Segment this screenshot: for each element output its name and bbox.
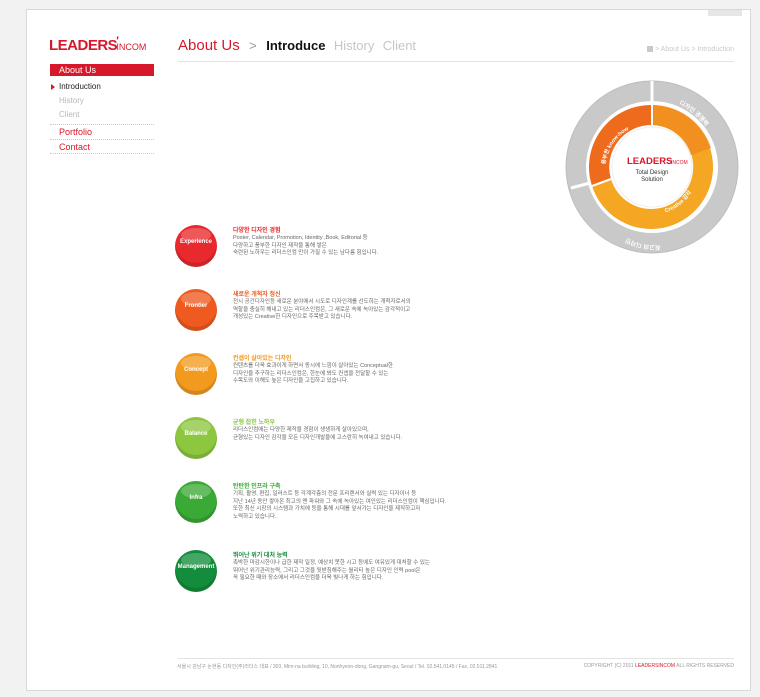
badge-concept: Concept <box>175 353 217 395</box>
header-tabs: About Us > Introduce History Client <box>178 37 420 55</box>
ring-svg: 디자인 경쟁력 최고의 디자인 풍부한 know-how Creative 감각… <box>565 80 739 254</box>
sidebar-item-history[interactable]: History <box>50 94 154 108</box>
item-body: 기획, 촬영, 편집, 일러스트 등 각계각층의 전문 프리랜서와 실력 있는 … <box>233 491 446 521</box>
item-line: 리더스인컴에는 다양한 제작을 경험이 생생하게 살아있으며, <box>233 427 369 433</box>
home-icon <box>647 46 653 52</box>
item-title: 다양한 디자인 경험 <box>233 228 281 234</box>
diagram-brand-main: LEADERS <box>627 156 672 167</box>
badge-label: Experience <box>179 239 213 245</box>
item-line: 지난 14년 동안 쌓아온 최고의 맨 파워와 그 속에 녹아있는 여인있는 리… <box>233 498 447 505</box>
diagram-center-line1: Total Design <box>635 170 668 176</box>
breadcrumb-text: > About Us > Introduction <box>655 46 734 53</box>
item-line: 기획, 촬영, 편집, 일러스트 등 각계각층의 전문 프리랜서와 실력 있는 … <box>233 491 417 497</box>
item-line: 뛰어난 위기관리능력, 그리고 그것을 뒷받침해주는 월리티 높은 디자인 인력… <box>233 567 421 574</box>
badge-label: Frontier <box>184 303 208 309</box>
badge-infra: Infra <box>175 481 217 523</box>
badge-management: Management <box>175 550 217 592</box>
badge-label: Infra <box>189 495 203 501</box>
sidebar-main-menu: Portfolio Contact <box>50 124 154 154</box>
item-line: 균형있는 디자인 감각을 모든 디자인개발을에 고스란히 녹여내고 있습니다. <box>233 434 403 441</box>
sidebar-submenu: Introduction History Client <box>50 80 154 122</box>
footer-address: 서울시 강남구 논현동 디자인(주)리더스 대표 / 303, Mim-na b… <box>177 664 498 670</box>
copyright-brand: LEADERSINCOM <box>635 663 676 669</box>
item-line: 개성있는 Creative한 디자인으로 주목받고 있습니다. <box>233 314 353 320</box>
footer-copyright: COPYRIGHT (C) 2011 LEADERSINCOM ALL RIGH… <box>584 663 734 669</box>
chevron-right-icon: > <box>249 38 257 53</box>
tab-history[interactable]: History <box>334 38 374 53</box>
diagram-brand-sub: INCOM <box>671 160 688 166</box>
copyright-suffix: ALL RIGHTS RESERVED <box>676 663 734 669</box>
sidebar-item-portfolio[interactable]: Portfolio <box>50 124 154 139</box>
sidebar-item-introduction[interactable]: Introduction <box>50 80 154 94</box>
badge-balance: Balance <box>175 417 217 459</box>
logo-main: LEADERS <box>49 37 118 54</box>
breadcrumb: > About Us > Introduction <box>647 46 734 53</box>
badge-label: Balance <box>184 431 208 437</box>
item-body: Poster, Calendar, Promotion, Identity ,B… <box>233 235 378 258</box>
badge-experience: Experience <box>175 225 217 267</box>
item-body: 전시 공간디자인등 새로운 분야에서 시도로 디자인계를 선도하는 개척자로서의… <box>233 299 411 322</box>
item-title: 균형 잡힌 노하우 <box>233 420 275 426</box>
item-title: 컨셉이 살아있는 디자인 <box>233 356 292 362</box>
design-ring-diagram: 디자인 경쟁력 최고의 디자인 풍부한 know-how Creative 감각… <box>561 78 743 256</box>
item-line: 컨텐츠를 더욱 효과이게 하면서 동시에 느낌이 살아있는 Conceptual… <box>233 363 393 369</box>
badge-frontier: Frontier <box>175 289 217 331</box>
item-line: 역할을 충실히 해내고 있는 리더스인컴은, 그 새로운 속에 녹아있는 감각적… <box>233 306 411 313</box>
item-title: 뛰어난 위기 대처 능력 <box>233 553 288 559</box>
item-line: 수목도와 이해도 높은 디자인을 고집하고 있습니다. <box>233 378 349 384</box>
item-body: 리더스인컴에는 다양한 제작을 경험이 생생하게 살아있으며, 균형있는 디자인… <box>233 427 402 442</box>
item-line: 또한 최신 시장의 시스템과 가치에 등을 통해 시대를 앞서가는 디자인을 제… <box>233 506 421 512</box>
item-line: 촉박한 마감시한이나 급한 제작 일정, 예상치 못한 시고 등에도 여유있게 … <box>233 560 430 566</box>
badge-label: Concept <box>184 367 208 373</box>
page-frame: LEADERS′INCOM About Us Introduction Hist… <box>26 9 751 691</box>
footer-divider <box>178 658 734 659</box>
item-line: Poster, Calendar, Promotion, Identity ,B… <box>233 235 368 241</box>
sidebar-item-about-us[interactable]: About Us <box>50 64 154 76</box>
item-body: 컨텐츠를 더욱 효과이게 하면서 동시에 느낌이 살아있는 Conceptual… <box>233 363 393 386</box>
sidebar-item-client[interactable]: Client <box>50 108 154 122</box>
item-body: 촉박한 마감시한이나 급한 제작 일정, 예상치 못한 시고 등에도 여유있게 … <box>233 560 430 583</box>
logo[interactable]: LEADERS′INCOM <box>49 35 147 54</box>
sidebar-item-contact[interactable]: Contact <box>50 139 154 154</box>
sidebar: About Us Introduction History Client Por… <box>50 64 154 154</box>
tab-about-us[interactable]: About Us <box>178 37 240 54</box>
item-title: 새로운 개척자 정신 <box>233 292 281 298</box>
tab-introduce[interactable]: Introduce <box>266 38 325 53</box>
copyright-prefix: COPYRIGHT (C) 2011 <box>583 663 634 669</box>
item-line: 노력하고 있습니다. <box>233 513 277 520</box>
tab-client[interactable]: Client <box>383 38 416 53</box>
item-line: 숙련된 노하우는 리더스인컴 만이 가질 수 있는 남다름 힘입니다. <box>233 250 379 256</box>
logo-sub: INCOM <box>116 42 147 52</box>
corner-tab <box>708 10 742 16</box>
header-divider <box>178 61 734 62</box>
item-line: 꼭 필요한 때와 장소에서 리더스인컴을 더욱 빛나게 하는 힘입니다. <box>233 575 384 581</box>
item-title: 탄탄한 인프라 구축 <box>233 484 281 490</box>
diagram-center-line2: Solution <box>641 177 663 183</box>
badge-label: Management <box>177 564 215 570</box>
item-line: 전시 공간디자인등 새로운 분야에서 시도로 디자인계를 선도하는 개척자로서의 <box>233 299 411 305</box>
item-line: 다양하고 풍부한 디자인 제작을 통해 쌓은 <box>233 242 327 249</box>
item-line: 디자인을 추구하는 리더스인컴은, 한눈에 봐도 컨셉을 전달할 수 있는 <box>233 370 389 377</box>
